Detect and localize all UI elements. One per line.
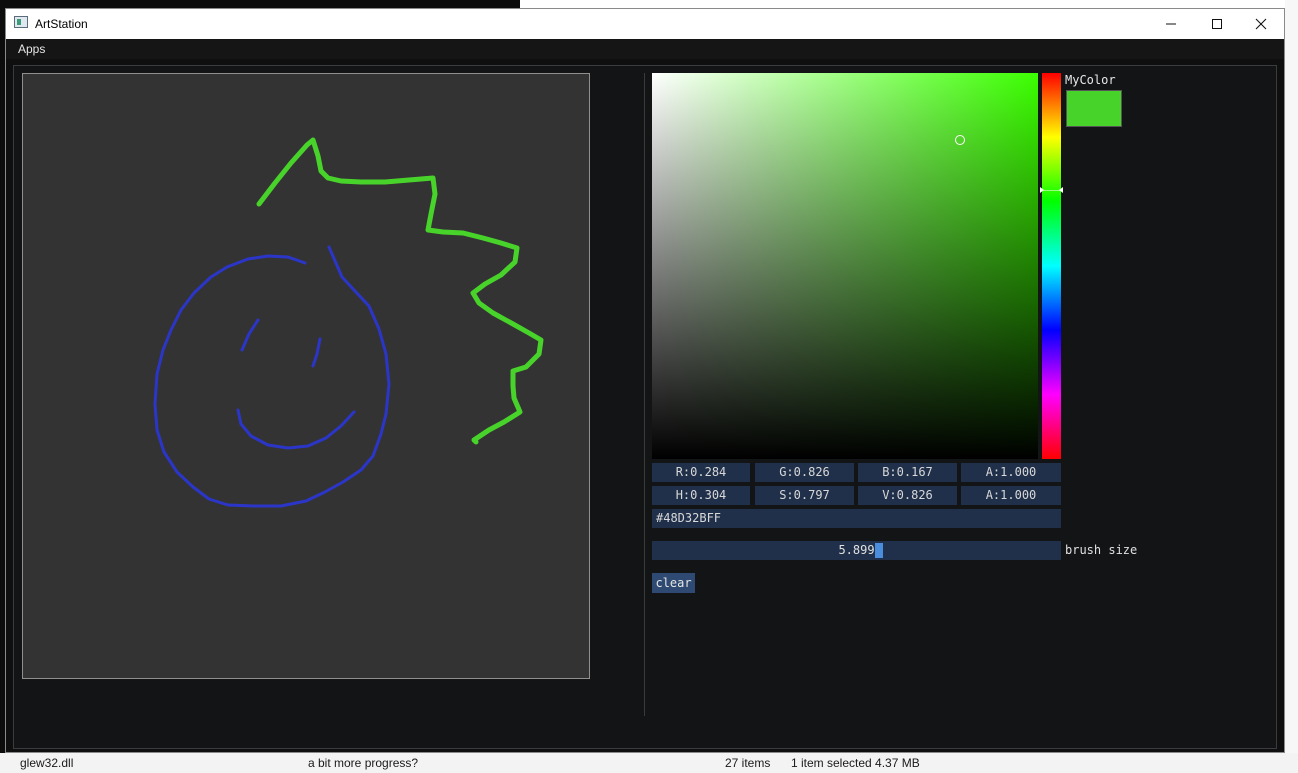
drawing-canvas[interactable] [22, 73, 590, 679]
color-label: MyColor [1065, 73, 1116, 87]
blue-mouth-stroke [236, 408, 356, 450]
blue-head-stroke [153, 245, 391, 508]
hue-field[interactable]: H:0.304 [652, 486, 750, 505]
hex-input[interactable]: #48D32BFF [652, 509, 1061, 528]
app-icon [14, 16, 28, 28]
main-panel: MyColor R:0.284 G:0.826 B:0.167 A:1.000 … [13, 65, 1277, 749]
menu-item-apps[interactable]: Apps [18, 42, 45, 56]
minimize-button[interactable] [1148, 9, 1194, 39]
minimize-icon [1166, 23, 1176, 25]
blue-eye-left-stroke [240, 318, 260, 352]
panel-divider [644, 73, 645, 716]
blue-eye-right-stroke [311, 337, 322, 368]
brush-size-slider[interactable]: 5.899 [652, 541, 1061, 560]
background-file-name: glew32.dll [20, 756, 74, 770]
alpha-field-hsv[interactable]: A:1.000 [961, 486, 1061, 505]
alpha-field[interactable]: A:1.000 [961, 463, 1061, 482]
background-status-selected: 1 item selected 4.37 MB [791, 756, 920, 770]
maximize-icon [1212, 19, 1222, 29]
close-icon [1255, 18, 1267, 30]
background-terminal-top [0, 0, 520, 8]
window-title: ArtStation [35, 17, 88, 31]
saturation-value-cursor[interactable] [954, 135, 965, 146]
brush-size-value: 5.899 [838, 543, 875, 557]
green-field[interactable]: G:0.826 [755, 463, 854, 482]
hue-marker[interactable] [1040, 187, 1063, 194]
clear-button[interactable]: clear [652, 573, 695, 593]
background-explorer [1285, 0, 1298, 753]
saturation-value-picker[interactable] [652, 73, 1038, 459]
background-status-items: 27 items [725, 756, 771, 770]
value-field[interactable]: V:0.826 [858, 486, 957, 505]
color-preview-swatch[interactable] [1066, 90, 1122, 127]
background-commit-text: a bit more progress? [308, 756, 419, 770]
green-stroke [256, 137, 544, 445]
saturation-field[interactable]: S:0.797 [755, 486, 854, 505]
blue-field[interactable]: B:0.167 [858, 463, 957, 482]
title-bar[interactable]: ArtStation [6, 9, 1284, 39]
red-field[interactable]: R:0.284 [652, 463, 750, 482]
app-window: ArtStation Apps MyColor R:0.284 G:0.826 … [5, 8, 1285, 753]
close-button[interactable] [1238, 9, 1284, 39]
menu-bar: Apps [6, 39, 1284, 59]
hue-slider[interactable] [1040, 73, 1063, 459]
drawing-strokes [153, 137, 544, 508]
brush-size-label: brush size [1065, 543, 1138, 557]
maximize-button[interactable] [1194, 9, 1240, 39]
background-status-bar: glew32.dll a bit more progress? 27 items… [0, 753, 1298, 773]
